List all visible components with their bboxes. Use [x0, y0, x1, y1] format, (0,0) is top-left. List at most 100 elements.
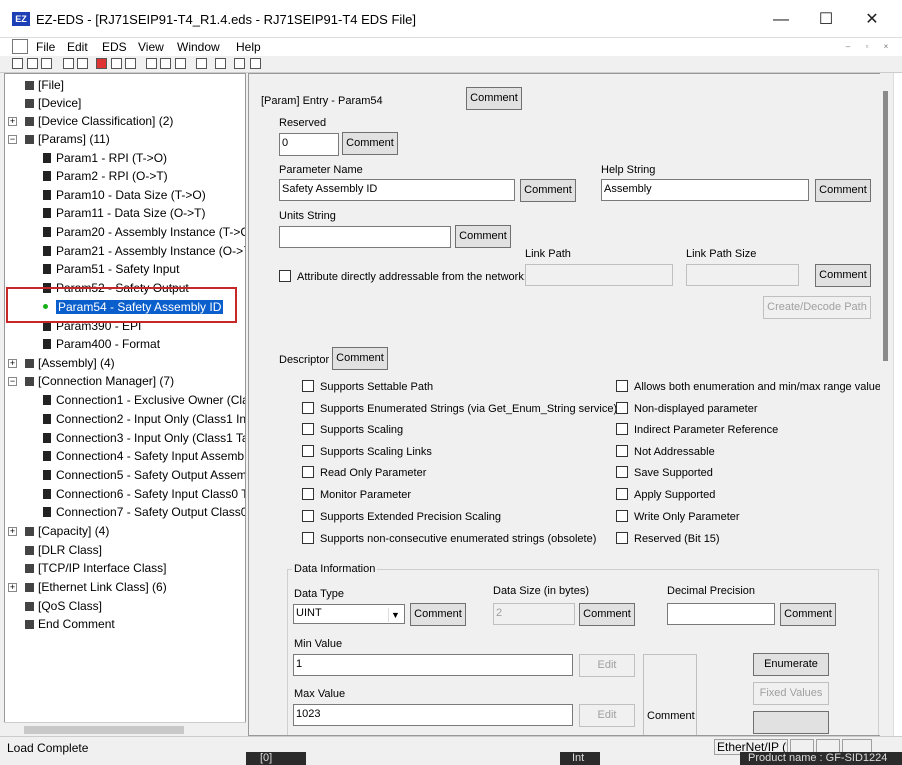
- tree-item-connection6[interactable]: Connection6 - Safety Input Class0 T: [43, 485, 245, 503]
- non-consecutive-enum-checkbox[interactable]: Supports non-consecutive enumerated stri…: [302, 532, 596, 545]
- tree-item-params[interactable]: [Params] (11): [25, 130, 110, 148]
- collapse-icon[interactable]: −: [8, 135, 17, 144]
- tree-item-connection3[interactable]: Connection3 - Input Only (Class1 Ta: [43, 429, 245, 447]
- expand-icon[interactable]: +: [8, 117, 17, 126]
- stop-icon[interactable]: [96, 58, 107, 69]
- allows-enum-and-range-checkbox[interactable]: Allows both enumeration and min/max rang…: [616, 380, 887, 393]
- non-displayed-parameter-checkbox[interactable]: Non-displayed parameter: [616, 402, 758, 415]
- tree-item-connection4[interactable]: Connection4 - Safety Input Assemb: [43, 447, 244, 465]
- tree-item-capacity[interactable]: [Capacity] (4): [25, 522, 109, 540]
- tree-item-end-comment[interactable]: End Comment: [25, 615, 115, 633]
- scrollbar-thumb[interactable]: [883, 91, 888, 361]
- tree-item-param1[interactable]: Param1 - RPI (T->O): [43, 149, 167, 167]
- minimize-button[interactable]: —: [766, 8, 796, 32]
- data-type-select[interactable]: UINT ▼: [293, 604, 405, 624]
- attribute-addressable-checkbox[interactable]: Attribute directly addressable from the …: [279, 270, 527, 283]
- tree-item-connection-manager[interactable]: [Connection Manager] (7): [25, 372, 174, 390]
- help-string-field[interactable]: Assembly: [601, 179, 809, 201]
- tool1-icon[interactable]: [111, 58, 122, 69]
- decimal-precision-field[interactable]: [667, 603, 775, 625]
- close-button[interactable]: ✕: [857, 8, 887, 32]
- tree-item-device-classification[interactable]: [Device Classification] (2): [25, 112, 173, 130]
- paste-icon[interactable]: [77, 58, 88, 69]
- maximize-button[interactable]: ☐: [811, 8, 841, 32]
- max-value-field[interactable]: 1023: [293, 704, 573, 726]
- menu-eds[interactable]: EDS: [102, 40, 127, 54]
- mdi-close-button[interactable]: ×: [878, 40, 894, 54]
- data-type-comment-button[interactable]: Comment: [410, 603, 466, 626]
- reserved-field[interactable]: 0: [279, 133, 339, 156]
- tool3-icon[interactable]: [146, 58, 157, 69]
- tree-item-param11[interactable]: Param11 - Data Size (O->T): [43, 204, 205, 222]
- supports-scaling-links-checkbox[interactable]: Supports Scaling Links: [302, 445, 432, 458]
- parameter-name-comment-button[interactable]: Comment: [520, 179, 576, 202]
- expand-icon[interactable]: +: [8, 359, 17, 368]
- tree-item-param20[interactable]: Param20 - Assembly Instance (T->C: [43, 223, 245, 241]
- apply-supported-checkbox[interactable]: Apply Supported: [616, 488, 715, 501]
- supports-scaling-checkbox[interactable]: Supports Scaling: [302, 423, 403, 436]
- tree-item-connection1[interactable]: Connection1 - Exclusive Owner (Clas: [43, 391, 245, 409]
- min-value-field[interactable]: 1: [293, 654, 573, 676]
- tree-item-param21[interactable]: Param21 - Assembly Instance (O->`: [43, 242, 245, 260]
- save-icon[interactable]: [41, 58, 52, 69]
- entry-comment-button[interactable]: Comment: [466, 87, 522, 110]
- units-string-comment-button[interactable]: Comment: [455, 225, 511, 248]
- tree-item-dlr-class[interactable]: [DLR Class]: [25, 541, 102, 559]
- tool4-icon[interactable]: [160, 58, 171, 69]
- tree-item-tcpip-class[interactable]: [TCP/IP Interface Class]: [25, 559, 167, 577]
- print-icon[interactable]: [215, 58, 226, 69]
- indirect-parameter-reference-checkbox[interactable]: Indirect Parameter Reference: [616, 423, 778, 436]
- help-string-comment-button[interactable]: Comment: [815, 179, 871, 202]
- tree-item-connection2[interactable]: Connection2 - Input Only (Class1 In: [43, 410, 245, 428]
- menu-window[interactable]: Window: [177, 40, 220, 54]
- tree-item-param400[interactable]: Param400 - Format: [43, 335, 160, 353]
- data-size-comment-button[interactable]: Comment: [579, 603, 635, 626]
- collapse-icon[interactable]: −: [8, 377, 17, 386]
- tree-view[interactable]: [File] [Device] + [Device Classification…: [4, 73, 246, 736]
- mdi-restore-button[interactable]: ▫: [859, 40, 875, 54]
- tree-item-param10[interactable]: Param10 - Data Size (T->O): [43, 186, 206, 204]
- expand-icon[interactable]: +: [8, 527, 17, 536]
- scrollbar-thumb[interactable]: [24, 726, 184, 734]
- tree-item-device[interactable]: [Device]: [25, 94, 81, 112]
- context-help-icon[interactable]: [250, 58, 261, 69]
- read-only-parameter-checkbox[interactable]: Read Only Parameter: [302, 466, 426, 479]
- tree-item-assembly[interactable]: [Assembly] (4): [25, 354, 115, 372]
- supports-settable-path-checkbox[interactable]: Supports Settable Path: [302, 380, 433, 393]
- tree-item-ethernet-link[interactable]: [Ethernet Link Class] (6): [25, 578, 167, 596]
- expand-icon[interactable]: +: [8, 583, 17, 592]
- reserved-comment-button[interactable]: Comment: [342, 132, 398, 155]
- tool2-icon[interactable]: [125, 58, 136, 69]
- form-vertical-scrollbar[interactable]: [880, 73, 891, 736]
- tree-item-param51[interactable]: Param51 - Safety Input: [43, 260, 179, 278]
- menu-view[interactable]: View: [138, 40, 164, 54]
- extended-precision-scaling-checkbox[interactable]: Supports Extended Precision Scaling: [302, 510, 501, 523]
- parameter-name-field[interactable]: Safety Assembly ID: [279, 179, 515, 201]
- enumerate-button[interactable]: Enumerate: [753, 653, 829, 676]
- open-icon[interactable]: [27, 58, 38, 69]
- units-string-field[interactable]: [279, 226, 451, 248]
- copy-icon[interactable]: [63, 58, 74, 69]
- tree-item-connection5[interactable]: Connection5 - Safety Output Assem: [43, 466, 245, 484]
- supports-enumerated-strings-checkbox[interactable]: Supports Enumerated Strings (via Get_Enu…: [302, 402, 617, 415]
- help-icon[interactable]: [234, 58, 245, 69]
- monitor-parameter-checkbox[interactable]: Monitor Parameter: [302, 488, 411, 501]
- chevron-down-icon[interactable]: ▼: [388, 608, 402, 622]
- decimal-precision-comment-button[interactable]: Comment: [780, 603, 836, 626]
- save-supported-checkbox[interactable]: Save Supported: [616, 466, 713, 479]
- not-addressable-checkbox[interactable]: Not Addressable: [616, 445, 715, 458]
- tree-item-qos-class[interactable]: [QoS Class]: [25, 597, 102, 615]
- menu-edit[interactable]: Edit: [67, 40, 88, 54]
- tool5-icon[interactable]: [175, 58, 186, 69]
- tool6-icon[interactable]: [196, 58, 207, 69]
- more-button[interactable]: [753, 711, 829, 734]
- descriptor-comment-button[interactable]: Comment: [332, 347, 388, 370]
- new-icon[interactable]: [12, 58, 23, 69]
- tree-horizontal-scrollbar[interactable]: [4, 722, 246, 736]
- mdi-minimize-button[interactable]: –: [840, 40, 856, 54]
- document-icon[interactable]: [12, 39, 28, 54]
- menu-file[interactable]: File: [36, 40, 55, 54]
- tree-item-file[interactable]: [File]: [25, 76, 64, 94]
- tree-item-param2[interactable]: Param2 - RPI (O->T): [43, 167, 168, 185]
- reserved-bit15-checkbox[interactable]: Reserved (Bit 15): [616, 532, 720, 545]
